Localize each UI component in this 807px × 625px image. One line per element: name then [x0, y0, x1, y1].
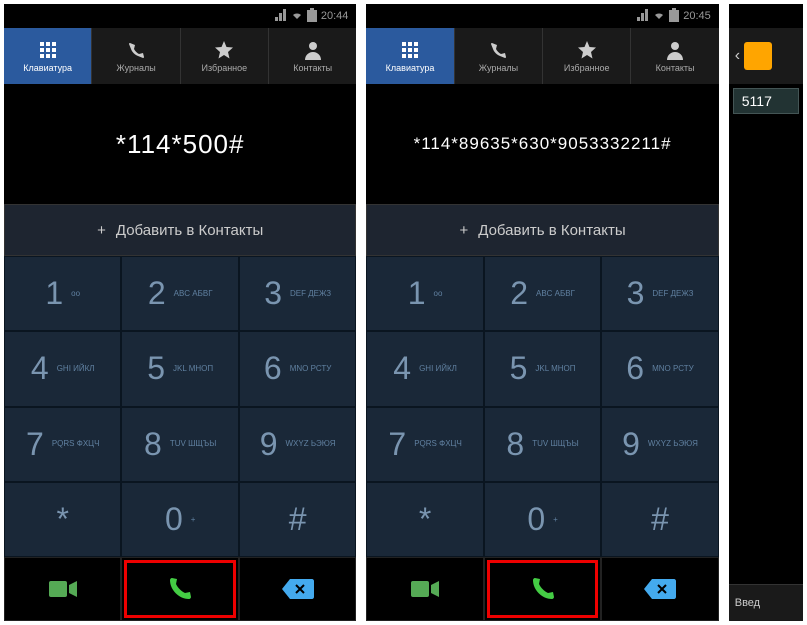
plus-icon: + — [459, 222, 468, 239]
key-2[interactable]: 2ABC АБВГ — [121, 256, 238, 331]
dialed-number: *114*89635*630*9053332211# — [414, 134, 672, 154]
person-icon — [664, 39, 686, 61]
key-6[interactable]: 6MNO РСТУ — [601, 331, 718, 406]
key-3[interactable]: 3DEF ДЕЖЗ — [239, 256, 356, 331]
signal-icon — [275, 9, 287, 24]
action-row — [4, 557, 356, 621]
tab-logs[interactable]: Журналы — [92, 28, 180, 84]
key-8[interactable]: 8TUV ШЩЪЫ — [121, 407, 238, 482]
keypad: 1оо 2ABC АБВГ 3DEF ДЕЖЗ 4GHI ИЙКЛ 5JKL М… — [366, 256, 718, 557]
battery-icon — [669, 8, 679, 25]
video-call-button[interactable] — [366, 557, 483, 621]
tab-favorites[interactable]: Избранное — [543, 28, 631, 84]
video-call-button[interactable] — [4, 557, 121, 621]
key-7[interactable]: 7PQRS ФХЦЧ — [366, 407, 483, 482]
number-display: *114*89635*630*9053332211# — [366, 84, 718, 204]
plus-icon: + — [97, 222, 106, 239]
tab-favorites[interactable]: Избранное — [181, 28, 269, 84]
logs-icon — [125, 39, 147, 61]
key-hash[interactable]: # — [239, 482, 356, 557]
key-2[interactable]: 2ABC АБВГ — [484, 256, 601, 331]
partial-header: ‹ — [729, 28, 803, 84]
dialed-number: *114*500# — [116, 129, 245, 160]
key-5[interactable]: 5JKL МНОП — [484, 331, 601, 406]
star-icon — [213, 39, 235, 61]
person-icon — [302, 39, 324, 61]
phone-screen-1: 20:44 Клавиатура Журналы Избранное Конта… — [4, 4, 356, 621]
status-bar: 20:44 — [4, 4, 356, 28]
key-1[interactable]: 1оо — [4, 256, 121, 331]
add-contact-label: Добавить в Контакты — [478, 222, 625, 239]
partial-number: 5117 — [733, 88, 799, 114]
battery-icon — [307, 8, 317, 25]
key-5[interactable]: 5JKL МНОП — [121, 331, 238, 406]
highlight-box — [487, 560, 598, 618]
key-0[interactable]: 0+ — [121, 482, 238, 557]
tab-label: Журналы — [479, 63, 518, 73]
action-row — [366, 557, 718, 621]
tab-contacts[interactable]: Контакты — [631, 28, 718, 84]
add-to-contacts[interactable]: + Добавить в Контакты — [366, 204, 718, 256]
status-bar: 20:45 — [366, 4, 718, 28]
call-button[interactable] — [121, 557, 238, 621]
add-to-contacts[interactable]: + Добавить в Контакты — [4, 204, 356, 256]
star-icon — [576, 39, 598, 61]
tab-label: Избранное — [564, 63, 610, 73]
key-9[interactable]: 9WXYZ ЬЭЮЯ — [601, 407, 718, 482]
tab-label: Контакты — [293, 63, 332, 73]
wifi-icon — [653, 9, 665, 24]
key-8[interactable]: 8TUV ШЩЪЫ — [484, 407, 601, 482]
key-4[interactable]: 4GHI ИЙКЛ — [4, 331, 121, 406]
tab-label: Избранное — [202, 63, 248, 73]
number-display: *114*500# — [4, 84, 356, 204]
tab-label: Клавиатура — [386, 63, 435, 73]
key-9[interactable]: 9WXYZ ЬЭЮЯ — [239, 407, 356, 482]
back-icon[interactable]: ‹ — [735, 47, 740, 65]
key-1[interactable]: 1оо — [366, 256, 483, 331]
signal-icon — [637, 9, 649, 24]
key-3[interactable]: 3DEF ДЕЖЗ — [601, 256, 718, 331]
wifi-icon — [291, 9, 303, 24]
key-0[interactable]: 0+ — [484, 482, 601, 557]
key-star[interactable]: * — [4, 482, 121, 557]
backspace-button[interactable] — [239, 557, 356, 621]
highlight-box — [124, 560, 235, 618]
keypad: 1оо 2ABC АБВГ 3DEF ДЕЖЗ 4GHI ИЙКЛ 5JKL М… — [4, 256, 356, 557]
tab-label: Клавиатура — [23, 63, 72, 73]
key-star[interactable]: * — [366, 482, 483, 557]
partial-input[interactable]: Введ — [729, 584, 803, 621]
backspace-button[interactable] — [601, 557, 718, 621]
partial-body — [729, 118, 803, 584]
call-button[interactable] — [484, 557, 601, 621]
status-bar — [729, 4, 803, 28]
top-tabs: Клавиатура Журналы Избранное Контакты — [4, 28, 356, 84]
phone-screen-3-partial: ‹ 5117 Введ — [729, 4, 803, 621]
tab-keypad[interactable]: Клавиатура — [366, 28, 454, 84]
top-tabs: Клавиатура Журналы Избранное Контакты — [366, 28, 718, 84]
tab-logs[interactable]: Журналы — [455, 28, 543, 84]
keypad-icon — [37, 39, 59, 61]
key-7[interactable]: 7PQRS ФХЦЧ — [4, 407, 121, 482]
status-time: 20:44 — [321, 10, 349, 22]
phone-screen-2: 20:45 Клавиатура Журналы Избранное Конта… — [366, 4, 718, 621]
add-contact-label: Добавить в Контакты — [116, 222, 263, 239]
key-6[interactable]: 6MNO РСТУ — [239, 331, 356, 406]
tab-label: Журналы — [116, 63, 155, 73]
key-hash[interactable]: # — [601, 482, 718, 557]
tab-keypad[interactable]: Клавиатура — [4, 28, 92, 84]
keypad-icon — [399, 39, 421, 61]
tab-contacts[interactable]: Контакты — [269, 28, 356, 84]
logs-icon — [487, 39, 509, 61]
status-time: 20:45 — [683, 10, 711, 22]
key-4[interactable]: 4GHI ИЙКЛ — [366, 331, 483, 406]
tab-label: Контакты — [656, 63, 695, 73]
message-icon — [744, 42, 772, 70]
